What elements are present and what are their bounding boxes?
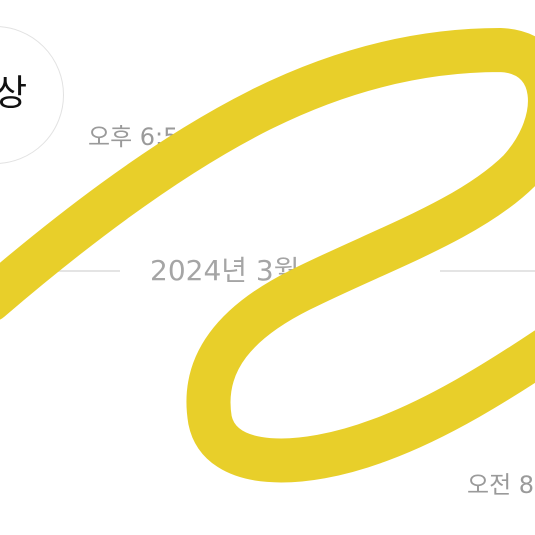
date-divider-line-right bbox=[440, 270, 535, 272]
message-timestamp: 오후 6:5 bbox=[88, 123, 179, 151]
message-timestamp-2: 오전 8 bbox=[467, 471, 535, 499]
chat-screen: 상 오후 6:5 2024년 3월 2 오전 8 bbox=[0, 0, 535, 535]
message-text: 상 bbox=[0, 73, 28, 114]
date-divider-line-left bbox=[0, 270, 120, 272]
date-divider-label: 2024년 3월 2 bbox=[150, 254, 327, 287]
